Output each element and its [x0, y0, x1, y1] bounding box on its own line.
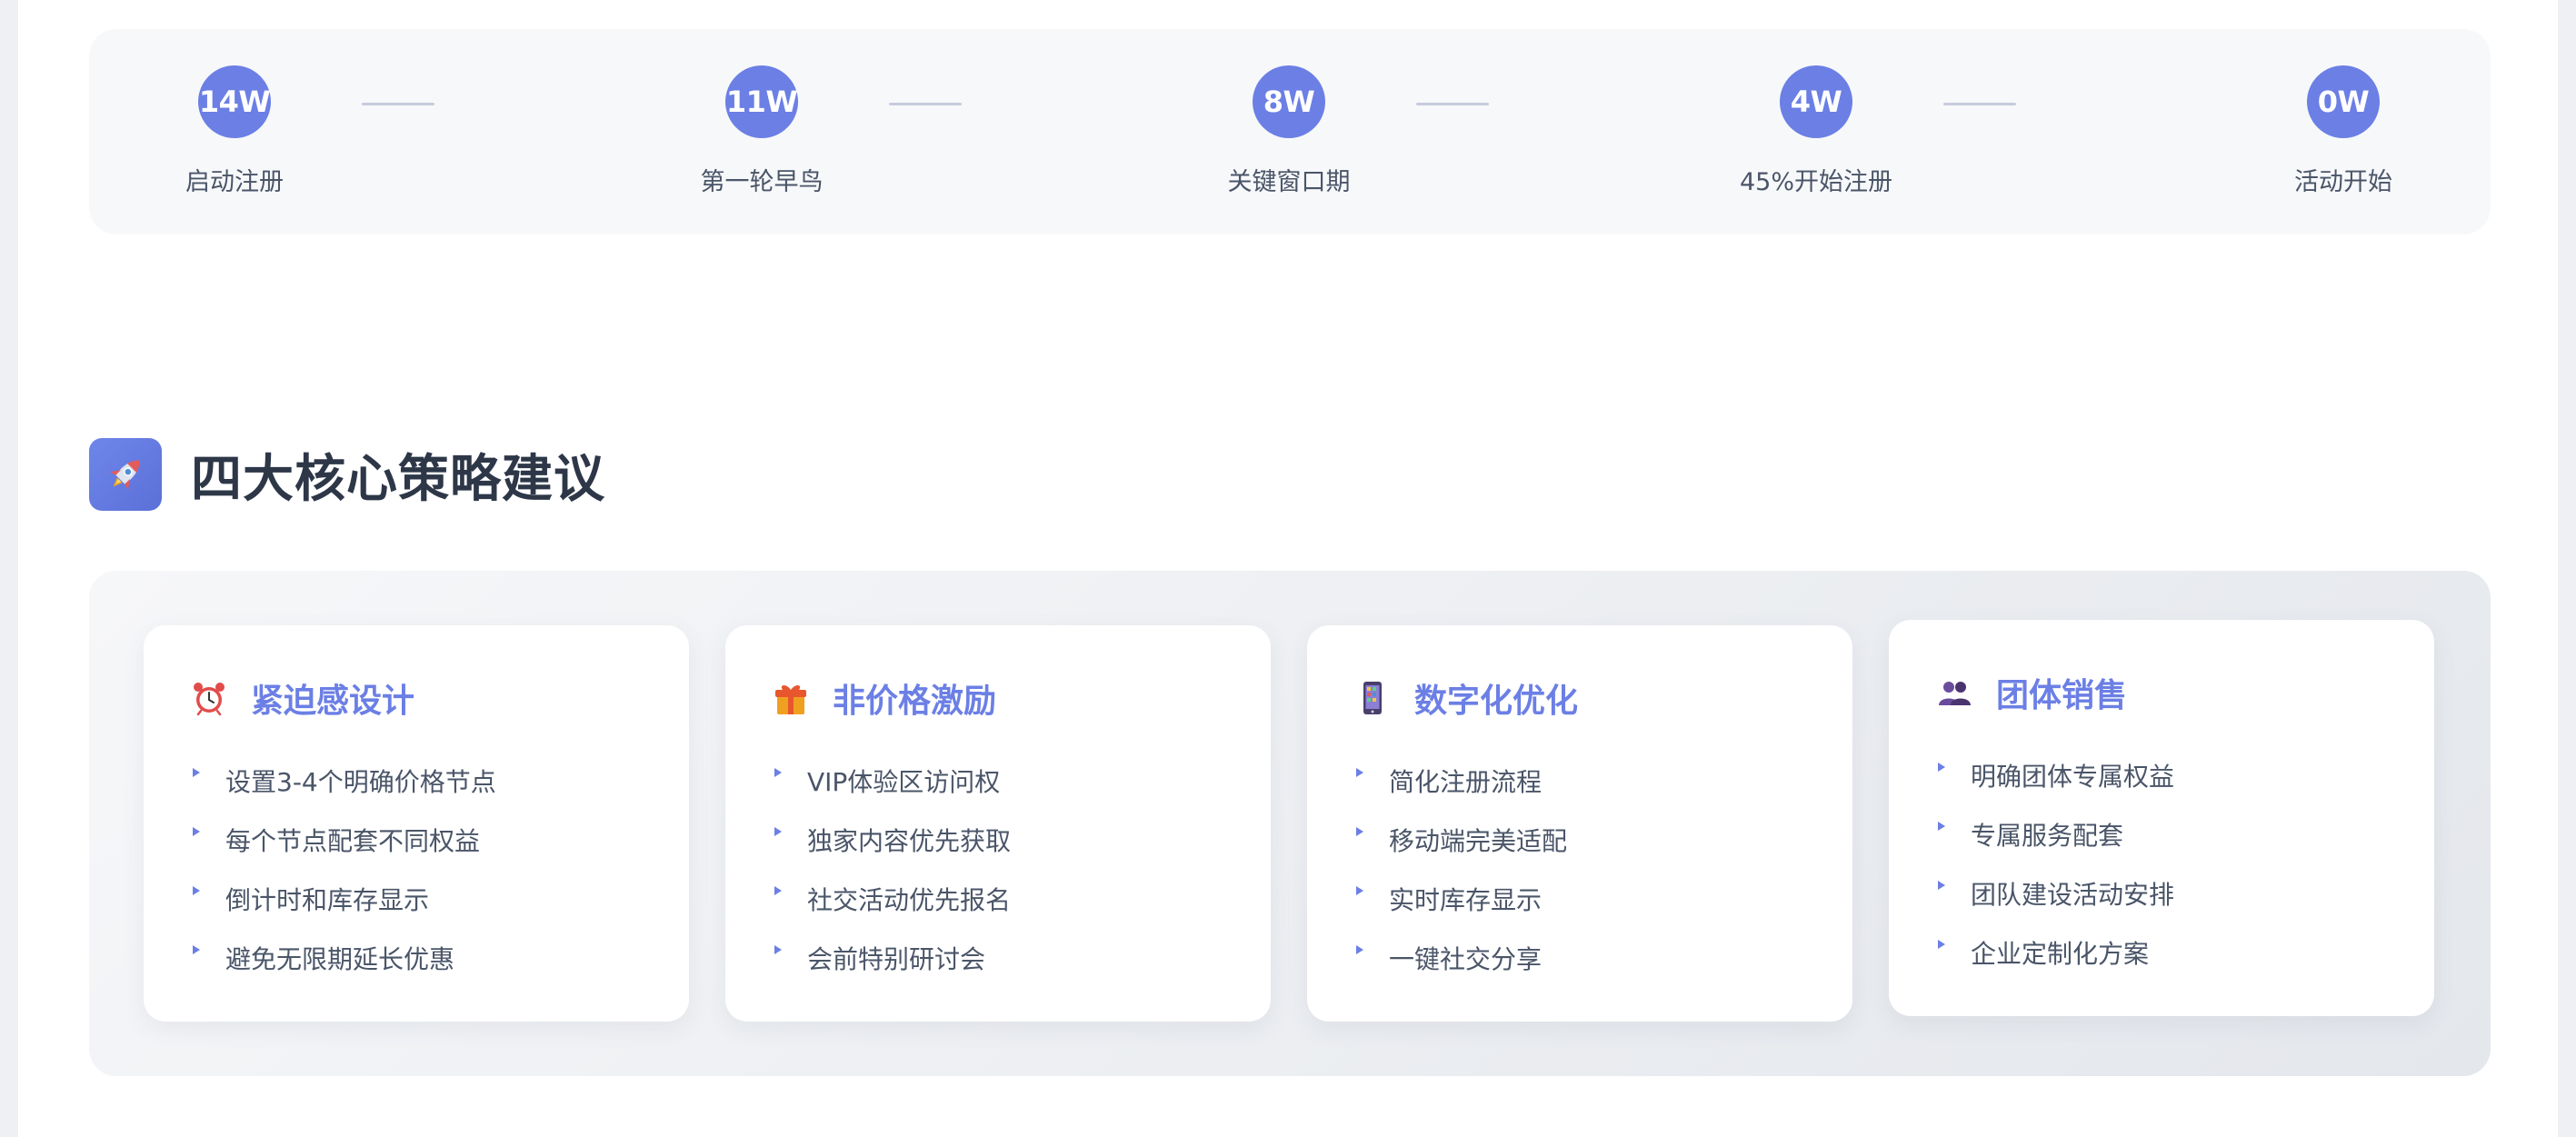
milestone-4w: 4W 45%开始注册 — [1680, 65, 1952, 197]
card-list: 明确团体专属权益 专属服务配套 团队建设活动安排 企业定制化方案 — [1938, 745, 2174, 982]
list-item: 一键社交分享 — [1356, 928, 1567, 987]
timeline-connector — [1943, 103, 2016, 105]
strategy-card-non-price: 非价格激励 VIP体验区访问权 独家内容优先获取 社交活动优先报名 会前特别研讨… — [725, 625, 1271, 1022]
timeline-connector — [362, 103, 434, 105]
list-item-text: 明确团体专属权益 — [1971, 761, 2175, 792]
list-item-text: 企业定制化方案 — [1971, 938, 2150, 969]
milestone-label: 关键窗口期 — [1227, 168, 1351, 196]
card-header: 数字化优化 — [1354, 676, 1578, 720]
bullet-icon — [1938, 762, 1945, 772]
card-title: 数字化优化 — [1414, 683, 1579, 720]
page: 14W 启动注册 11W 第一轮早鸟 8W 关键窗口期 4W 45%开始注册 0… — [18, 0, 2558, 1137]
milestone-label: 45%开始注册 — [1739, 168, 1892, 196]
bullet-icon — [774, 944, 782, 954]
section-title: 四大核心策略建议 — [191, 449, 605, 509]
strategy-panel: 紧迫感设计 设置3-4个明确价格节点 每个节点配套不同权益 倒计时和库存显示 避… — [89, 571, 2491, 1076]
milestone-value: 14W — [198, 65, 271, 138]
list-item-text: 移动端完美适配 — [1389, 825, 1568, 856]
list-item-text: 社交活动优先报名 — [807, 884, 1012, 915]
list-item: 团队建设活动安排 — [1938, 863, 2174, 923]
bullet-icon — [1938, 821, 1945, 831]
bullet-icon — [193, 944, 200, 954]
gift-icon — [773, 680, 809, 716]
list-item: VIP体验区访问权 — [774, 751, 1011, 810]
milestone-11w: 11W 第一轮早鸟 — [625, 65, 898, 197]
list-item: 会前特别研讨会 — [774, 928, 1011, 987]
list-item: 设置3-4个明确价格节点 — [193, 751, 496, 810]
card-title: 紧迫感设计 — [251, 683, 415, 720]
timeline-connector — [1416, 103, 1489, 105]
alarm-clock-icon — [191, 680, 227, 716]
milestone-value: 0W — [2307, 65, 2380, 138]
timeline: 14W 启动注册 11W 第一轮早鸟 8W 关键窗口期 4W 45%开始注册 0… — [89, 29, 2491, 234]
list-item-text: 每个节点配套不同权益 — [225, 825, 481, 856]
list-item: 移动端完美适配 — [1356, 810, 1567, 869]
list-item-text: 团队建设活动安排 — [1971, 879, 2175, 910]
card-title: 非价格激励 — [833, 683, 997, 720]
list-item-text: 专属服务配套 — [1971, 820, 2124, 851]
timeline-connector — [889, 103, 962, 105]
list-item: 专属服务配套 — [1938, 804, 2174, 863]
milestone-14w: 14W 启动注册 — [98, 65, 371, 197]
milestone-0w: 0W 活动开始 — [2207, 65, 2480, 197]
bullet-icon — [1356, 826, 1363, 836]
list-item-text: 倒计时和库存显示 — [225, 884, 430, 915]
list-item-text: 避免无限期延长优惠 — [225, 943, 455, 974]
card-header: 团体销售 — [1936, 671, 2127, 714]
list-item: 避免无限期延长优惠 — [193, 928, 496, 987]
card-list: 设置3-4个明确价格节点 每个节点配套不同权益 倒计时和库存显示 避免无限期延长… — [193, 751, 496, 987]
people-group-icon — [1936, 674, 1972, 711]
milestone-label: 活动开始 — [2294, 168, 2392, 196]
bullet-icon — [1356, 944, 1363, 954]
list-item-text: 简化注册流程 — [1389, 766, 1543, 797]
list-item: 社交活动优先报名 — [774, 869, 1011, 928]
list-item: 实时库存显示 — [1356, 869, 1567, 928]
strategy-card-urgency: 紧迫感设计 设置3-4个明确价格节点 每个节点配套不同权益 倒计时和库存显示 避… — [144, 625, 689, 1022]
rocket-icon — [89, 438, 162, 511]
list-item-text: 独家内容优先获取 — [807, 825, 1012, 856]
list-item-text: VIP体验区访问权 — [807, 766, 1001, 797]
list-item: 企业定制化方案 — [1938, 923, 2174, 982]
list-item-text: 一键社交分享 — [1389, 943, 1543, 974]
bullet-icon — [1356, 885, 1363, 895]
list-item: 每个节点配套不同权益 — [193, 810, 496, 869]
strategy-card-group-sales: 团体销售 明确团体专属权益 专属服务配套 团队建设活动安排 企业定制化方案 — [1889, 620, 2434, 1016]
list-item: 倒计时和库存显示 — [193, 869, 496, 928]
list-item: 独家内容优先获取 — [774, 810, 1011, 869]
bullet-icon — [1356, 767, 1363, 777]
milestone-8w: 8W 关键窗口期 — [1153, 65, 1425, 197]
bullet-icon — [1938, 880, 1945, 890]
bullet-icon — [774, 885, 782, 895]
milestone-value: 4W — [1780, 65, 1852, 138]
list-item-text: 实时库存显示 — [1389, 884, 1543, 915]
card-list: 简化注册流程 移动端完美适配 实时库存显示 一键社交分享 — [1356, 751, 1567, 987]
milestone-value: 8W — [1253, 65, 1325, 138]
card-header: 紧迫感设计 — [191, 676, 414, 720]
section-header: 四大核心策略建议 — [89, 438, 605, 511]
list-item: 简化注册流程 — [1356, 751, 1567, 810]
bullet-icon — [774, 826, 782, 836]
card-header: 非价格激励 — [773, 676, 996, 720]
list-item-text: 设置3-4个明确价格节点 — [225, 766, 496, 797]
bullet-icon — [193, 885, 200, 895]
milestone-label: 第一轮早鸟 — [700, 168, 824, 196]
milestone-label: 启动注册 — [185, 168, 284, 196]
bullet-icon — [1938, 939, 1945, 949]
list-item-text: 会前特别研讨会 — [807, 943, 986, 974]
card-list: VIP体验区访问权 独家内容优先获取 社交活动优先报名 会前特别研讨会 — [774, 751, 1011, 987]
bullet-icon — [193, 826, 200, 836]
list-item: 明确团体专属权益 — [1938, 745, 2174, 804]
strategy-card-digital: 数字化优化 简化注册流程 移动端完美适配 实时库存显示 一键社交分享 — [1307, 625, 1852, 1022]
milestone-value: 11W — [725, 65, 798, 138]
bullet-icon — [193, 767, 200, 777]
bullet-icon — [774, 767, 782, 777]
mobile-phone-icon — [1354, 680, 1391, 716]
card-title: 团体销售 — [1996, 677, 2128, 714]
